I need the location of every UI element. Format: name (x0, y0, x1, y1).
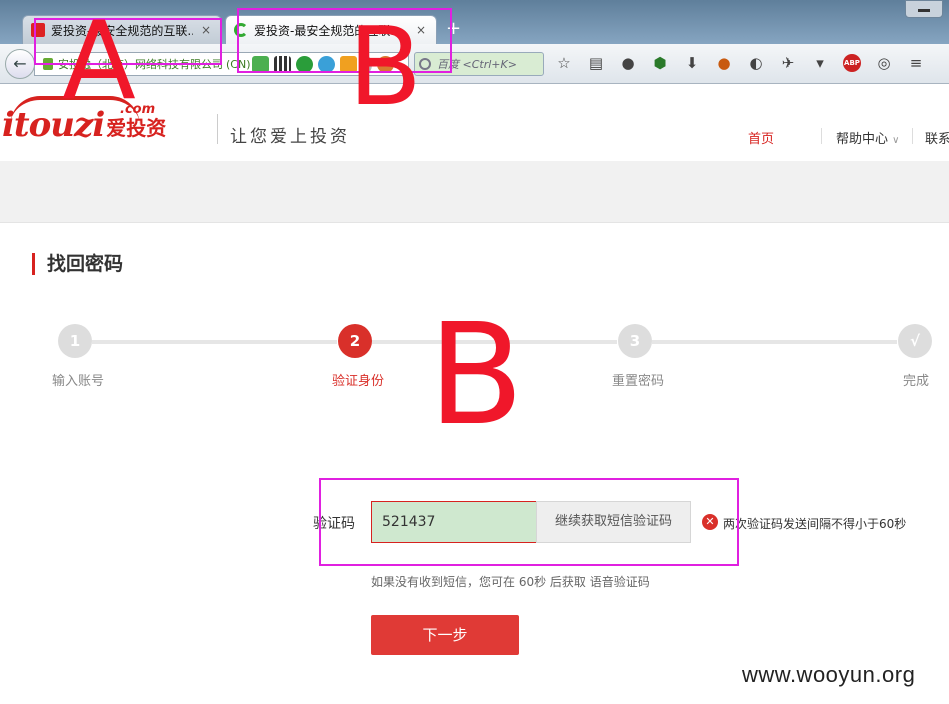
minimize-button[interactable] (905, 0, 943, 18)
step-done-dot: √ (898, 324, 932, 358)
flame-icon[interactable]: ● (715, 54, 733, 72)
nav-help-link[interactable]: 帮助中心 ∨ (836, 128, 899, 147)
step-2-label: 验证身份 (332, 374, 385, 389)
step-connector (652, 340, 897, 344)
step-2-dot: 2 (338, 324, 372, 358)
layers-icon[interactable]: ◎ (875, 54, 893, 72)
shield-addon-icon[interactable]: ⬢ (651, 54, 669, 72)
globe-icon[interactable]: ● (619, 54, 637, 72)
menu-icon[interactable]: ≡ (907, 54, 925, 72)
adblock-icon[interactable]: ABP (843, 54, 861, 72)
divider (821, 128, 822, 144)
voice-code-hint: 如果没有收到短信，您可在 60秒 后获取 语音验证码 (371, 575, 650, 589)
watermark: www.wooyun.org (742, 662, 916, 687)
logo[interactable]: itouzi .com 爱投资 (2, 102, 166, 145)
step-connector (372, 340, 617, 344)
toolbar-icons: ☆ ▤ ● ⬢ ⬇ ● ◐ ✈ ▾ ABP ◎ ≡ (555, 54, 925, 72)
step-1-label: 输入账号 (52, 374, 105, 389)
nav-home-link[interactable]: 首页 (748, 128, 774, 147)
back-button[interactable]: ← (5, 49, 35, 79)
highlight-box-tab-a (34, 18, 222, 65)
palette-icon[interactable]: ◐ (747, 54, 765, 72)
star-icon[interactable]: ☆ (555, 54, 573, 72)
error-message: 两次验证码发送间隔不得小于60秒 (723, 517, 907, 531)
slogan: 让您爱上投资 (230, 127, 350, 147)
chevron-down-icon: ∨ (892, 135, 900, 146)
next-step-button[interactable]: 下一步 (371, 615, 519, 655)
highlight-box-tab-b (237, 8, 452, 73)
progress-steps: 1 输入账号 2 验证身份 3 重置密码 √ 完成 (0, 323, 949, 393)
divider (217, 114, 218, 144)
reader-icon[interactable]: ▤ (587, 54, 605, 72)
download-icon[interactable]: ⬇ (683, 54, 701, 72)
site-header: itouzi .com 爱投资 让您爱上投资 首页 帮助中心 ∨ 联系 (0, 84, 949, 161)
step-connector (92, 340, 337, 344)
step-done-label: 完成 (903, 374, 930, 389)
page-banner (0, 161, 949, 222)
logo-latin: itouzi (2, 105, 105, 145)
satellite-icon[interactable]: ✈ (779, 54, 797, 72)
step-3-label: 重置密码 (612, 374, 665, 389)
chevron-down-icon[interactable]: ▾ (811, 54, 829, 72)
nav-contact-link[interactable]: 联系 (925, 128, 949, 147)
divider (912, 128, 913, 144)
reset-password-card: 找回密码 1 输入账号 2 验证身份 3 重置密码 √ 完成 验证码 52143… (0, 222, 949, 704)
highlight-box-code-row (319, 478, 739, 566)
step-3-dot: 3 (618, 324, 652, 358)
nav-help-label: 帮助中心 (836, 132, 889, 147)
step-1-dot: 1 (58, 324, 92, 358)
logo-dotcom: .com (120, 102, 156, 117)
page-title: 找回密码 (32, 253, 123, 275)
